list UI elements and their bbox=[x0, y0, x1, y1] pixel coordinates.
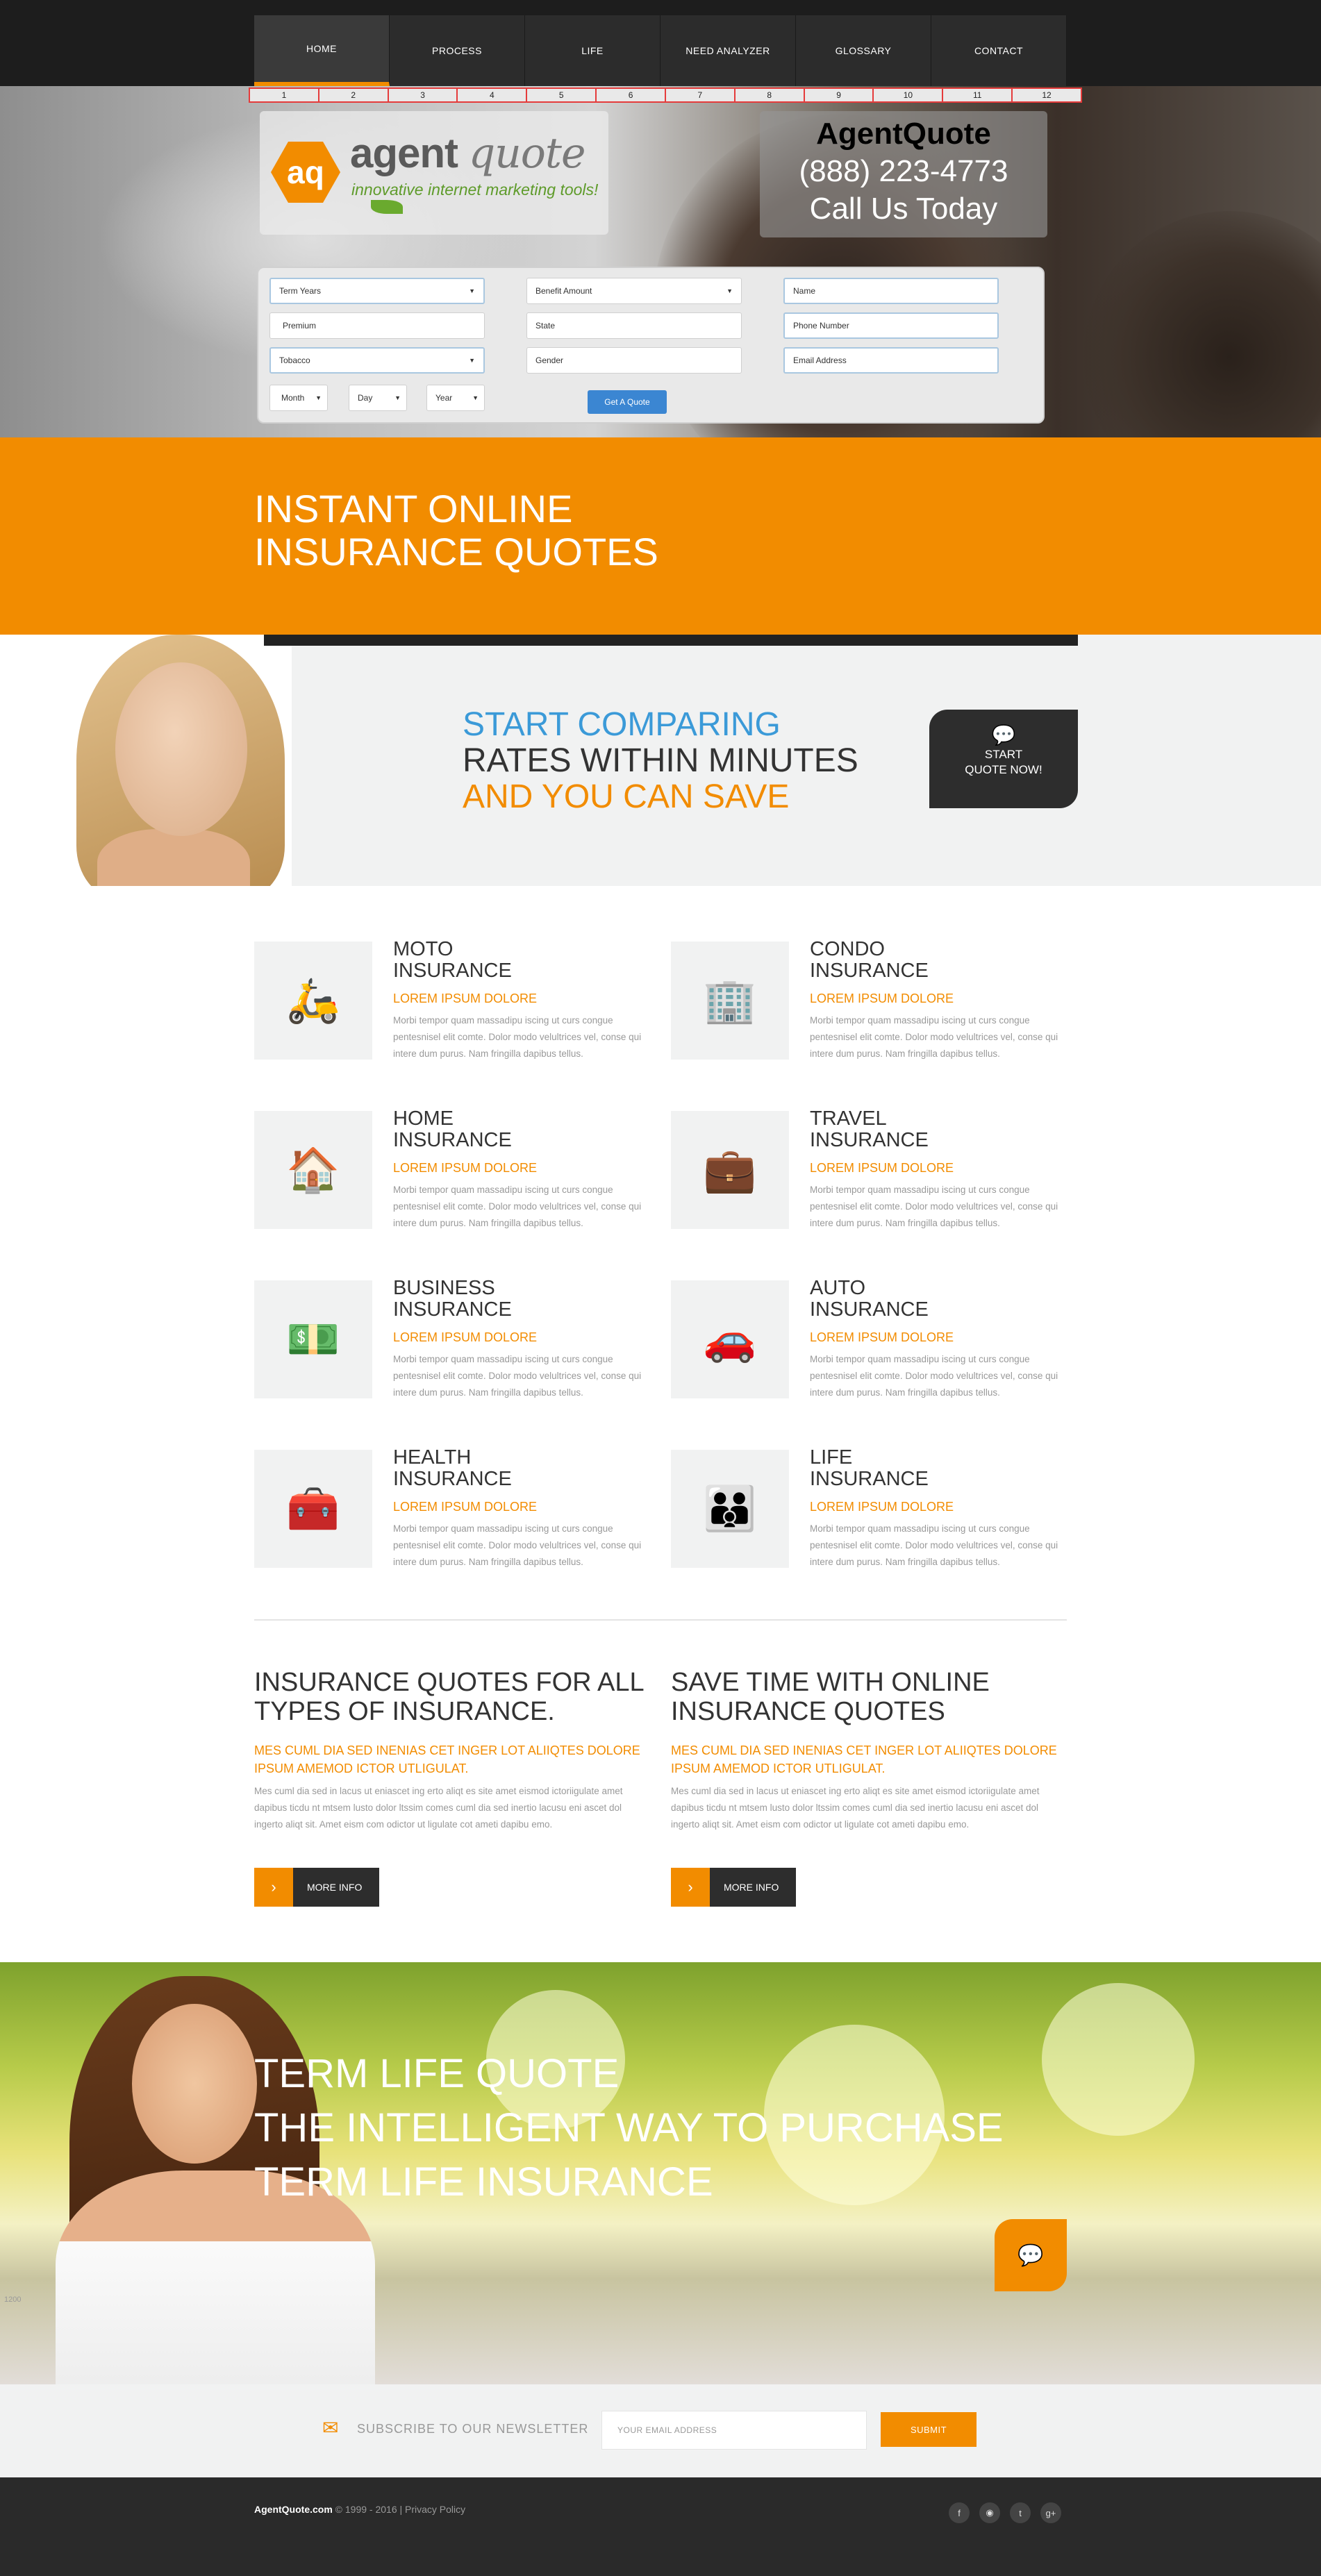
hero-section: 1 2 3 4 5 6 7 8 9 10 11 12 aq agent quot… bbox=[0, 86, 1321, 437]
grid-col-number: 6 bbox=[597, 89, 666, 101]
top-navigation-bar: HOME PROCESS LIFE NEED ANALYZER GLOSSARY… bbox=[0, 0, 1321, 86]
service-condo: 🏢 CONDO INSURANCE LOREM IPSUM DOLORE Morb… bbox=[671, 939, 1060, 1067]
grid-col-number: 10 bbox=[874, 89, 944, 101]
service-travel: 💼 TRAVEL INSURANCE LOREM IPSUM DOLORE Mor… bbox=[671, 1108, 1060, 1236]
footer: AgentQuote.com © 1999 - 2016 | Privacy P… bbox=[0, 2477, 1321, 2576]
chat-bubble-icon: 💬 bbox=[991, 724, 1016, 746]
year-select[interactable]: Year ▼ bbox=[426, 385, 485, 411]
chevron-right-icon: › bbox=[254, 1868, 293, 1907]
chevron-right-icon: › bbox=[671, 1868, 710, 1907]
email-input[interactable]: Email Address bbox=[783, 347, 999, 374]
compare-heading: START COMPARING RATES WITHIN MINUTES AND… bbox=[463, 706, 858, 815]
nav-need-analyzer[interactable]: NEED ANALYZER bbox=[660, 15, 796, 86]
grid-col-number: 3 bbox=[389, 89, 458, 101]
gender-input[interactable]: Gender bbox=[526, 347, 742, 374]
chat-icon[interactable]: 💬 bbox=[995, 2219, 1067, 2291]
term-life-section: TERM LIFE QUOTE THE INTELLIGENT WAY TO P… bbox=[0, 1962, 1321, 2384]
medkit-icon[interactable]: 🧰 bbox=[254, 1450, 372, 1568]
family-icon[interactable]: 👪 bbox=[671, 1450, 789, 1568]
compare-section: START COMPARING RATES WITHIN MINUTES AND… bbox=[0, 635, 1321, 886]
grid-col-number: 8 bbox=[736, 89, 805, 101]
grid-col-number: 12 bbox=[1042, 90, 1052, 100]
footer-copyright: AgentQuote.com © 1999 - 2016 | Privacy P… bbox=[254, 2504, 466, 2515]
service-home: 🏠 HOME INSURANCE LOREM IPSUM DOLORE Morbi… bbox=[254, 1108, 643, 1236]
grid-col-number: 4 bbox=[458, 89, 528, 101]
nav-process[interactable]: PROCESS bbox=[390, 15, 525, 86]
term-years-select[interactable]: Term Years ▼ bbox=[269, 278, 485, 304]
tobacco-select[interactable]: Tobacco ▼ bbox=[269, 347, 485, 374]
grid-col-number: 2 bbox=[319, 89, 389, 101]
quote-form: Term Years ▼ Benefit Amount ▼ Name Premium… bbox=[257, 267, 1045, 424]
phone-number-input[interactable]: Phone Number bbox=[783, 312, 999, 339]
contact-cta: Call Us Today bbox=[809, 192, 998, 226]
service-health: 🧰 HEALTH INSURANCE LOREM IPSUM DOLORE Mor… bbox=[254, 1447, 643, 1575]
service-moto: 🛵 MOTO INSURANCE LOREM IPSUM DOLORE Morbi… bbox=[254, 939, 643, 1067]
more-info-button[interactable]: › MORE INFO bbox=[254, 1868, 379, 1907]
contact-title: AgentQuote bbox=[816, 117, 991, 151]
grid-col-number: 5 bbox=[527, 89, 597, 101]
nav-glossary[interactable]: GLOSSARY bbox=[796, 15, 931, 86]
dropdown-arrow-icon: ▼ bbox=[469, 287, 475, 294]
logo[interactable]: aq agent quote innovative internet marke… bbox=[260, 111, 608, 235]
grid-col-number: 7 bbox=[666, 89, 736, 101]
home-icon[interactable]: 🏠 bbox=[254, 1111, 372, 1229]
facebook-icon[interactable]: f bbox=[949, 2502, 970, 2523]
newsletter-submit-button[interactable]: SUBMIT bbox=[881, 2412, 977, 2447]
logo-mark: aq bbox=[271, 142, 340, 203]
nav-home[interactable]: HOME bbox=[254, 15, 390, 86]
dropdown-arrow-icon: ▼ bbox=[315, 394, 322, 401]
name-input[interactable]: Name bbox=[783, 278, 999, 304]
logo-tagline: innovative internet marketing tools! bbox=[351, 181, 599, 199]
dropdown-arrow-icon: ▼ bbox=[472, 394, 479, 401]
column-grid-ruler: 1 2 3 4 5 6 7 8 9 10 11 12 bbox=[249, 87, 1082, 103]
divider bbox=[254, 1619, 1067, 1621]
logo-wordmark: agent quote bbox=[350, 129, 585, 178]
smiling-woman-image bbox=[0, 635, 292, 886]
start-quote-button[interactable]: 💬 START QUOTE NOW! bbox=[929, 710, 1078, 808]
nav-life[interactable]: LIFE bbox=[525, 15, 660, 86]
moto-icon[interactable]: 🛵 bbox=[254, 942, 372, 1060]
money-icon[interactable]: 💵 bbox=[254, 1280, 372, 1398]
car-icon[interactable]: 🚗 bbox=[671, 1280, 789, 1398]
benefit-amount-select[interactable]: Benefit Amount ▼ bbox=[526, 278, 742, 304]
grid-col-number: 1 bbox=[250, 89, 319, 101]
instant-quotes-banner: INSTANT ONLINE INSURANCE QUOTES bbox=[0, 437, 1321, 635]
get-quote-button[interactable]: Get A Quote bbox=[588, 390, 667, 414]
newsletter-label: SUBSCRIBE TO OUR NEWSLETTER bbox=[357, 2422, 589, 2436]
state-input[interactable]: State bbox=[526, 312, 742, 339]
google-plus-icon[interactable]: g+ bbox=[1040, 2502, 1061, 2523]
banner-heading: INSTANT ONLINE INSURANCE QUOTES bbox=[254, 487, 658, 574]
grid-col-number: 11 bbox=[943, 89, 1013, 101]
envelope-icon: ✉ bbox=[322, 2417, 339, 2439]
leaf-icon bbox=[371, 200, 403, 214]
condo-icon[interactable]: 🏢 bbox=[671, 942, 789, 1060]
twitter-icon[interactable]: t bbox=[1010, 2502, 1031, 2523]
service-auto: 🚗 AUTO INSURANCE LOREM IPSUM DOLORE Morbi… bbox=[671, 1278, 1060, 1405]
contact-box: AgentQuote (888) 223-4773 Call Us Today bbox=[760, 111, 1047, 237]
section-divider-bar bbox=[264, 635, 1078, 646]
newsletter-email-input[interactable]: YOUR EMAIL ADDRESS bbox=[601, 2411, 867, 2450]
suitcase-icon[interactable]: 💼 bbox=[671, 1111, 789, 1229]
premium-input[interactable]: Premium bbox=[269, 312, 485, 339]
hero-background-person-2 bbox=[1083, 211, 1321, 437]
more-info-button[interactable]: › MORE INFO bbox=[671, 1868, 796, 1907]
dropdown-arrow-icon: ▼ bbox=[726, 287, 733, 294]
dropdown-arrow-icon: ▼ bbox=[394, 394, 401, 401]
grid-col-number: 9 bbox=[805, 89, 874, 101]
month-select[interactable]: Month ▼ bbox=[269, 385, 328, 411]
info-column-save-time: SAVE TIME WITH ONLINE INSURANCE QUOTES M… bbox=[671, 1668, 1057, 1830]
rss-icon[interactable]: ◉ bbox=[979, 2502, 1000, 2523]
contact-phone[interactable]: (888) 223-4773 bbox=[760, 153, 1047, 190]
nav-contact[interactable]: CONTACT bbox=[931, 15, 1067, 86]
day-select[interactable]: Day ▼ bbox=[349, 385, 407, 411]
dropdown-arrow-icon: ▼ bbox=[469, 357, 475, 364]
main-nav: HOME PROCESS LIFE NEED ANALYZER GLOSSARY… bbox=[254, 15, 1067, 86]
term-life-heading: TERM LIFE QUOTE THE INTELLIGENT WAY TO P… bbox=[254, 2051, 1004, 2205]
side-label: 1200 bbox=[4, 2295, 22, 2304]
service-life: 👪 LIFE INSURANCE LOREM IPSUM DOLORE Morbi… bbox=[671, 1447, 1060, 1575]
newsletter-section: ✉ SUBSCRIBE TO OUR NEWSLETTER YOUR EMAIL… bbox=[0, 2384, 1321, 2477]
service-business: 💵 BUSINESS INSURANCE LOREM IPSUM DOLORE M… bbox=[254, 1278, 643, 1405]
info-column-all-types: INSURANCE QUOTES FOR ALL TYPES OF INSURA… bbox=[254, 1668, 644, 1830]
